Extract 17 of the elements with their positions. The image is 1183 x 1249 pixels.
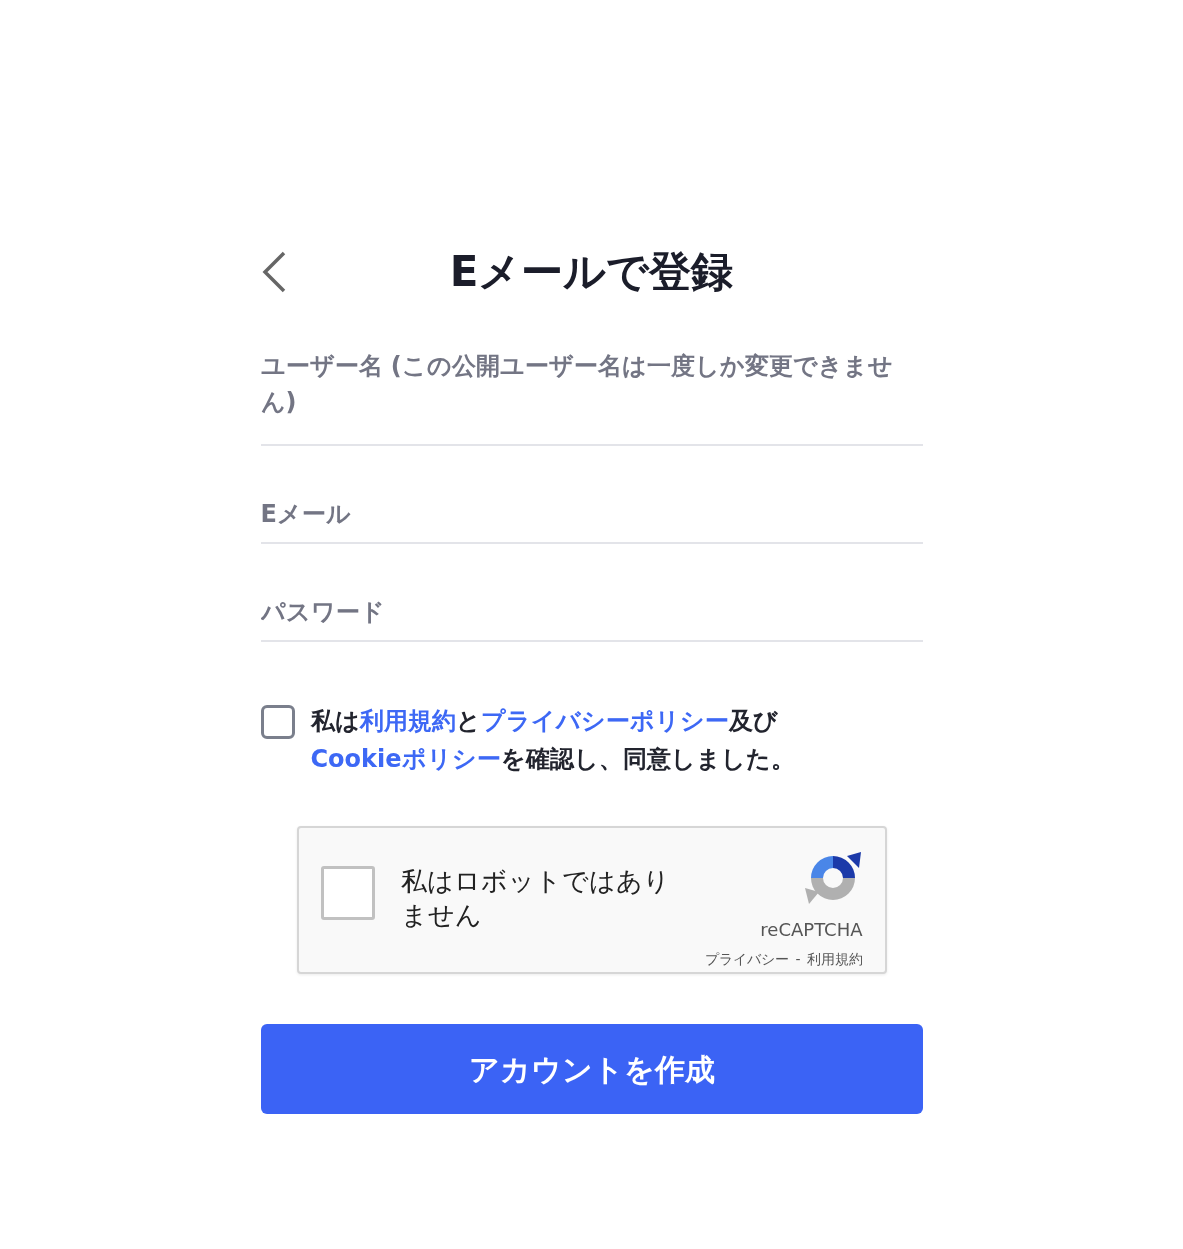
username-field[interactable]: ユーザー名 (この公開ユーザー名は一度しか変更できません) (260, 348, 923, 446)
agree-checkbox[interactable] (260, 705, 295, 739)
page-title: Eメールで登録 (448, 246, 735, 298)
policy-link[interactable]: 利用規約 (359, 707, 456, 735)
captcha-link[interactable]: プライバシー (705, 949, 790, 970)
captcha-checkbox[interactable] (320, 866, 375, 920)
policy-link[interactable]: Cookieポリシー (310, 745, 501, 773)
captcha-brand: reCAPTCHA (760, 918, 863, 942)
email-field[interactable]: Eメール (260, 494, 923, 544)
agreement-text: 私は利用規約と プライバシーポリシー及び Cookieポリシーを確認し、同意しました。 (310, 706, 796, 775)
captcha-link[interactable]: 利用規約 (806, 949, 863, 970)
separator-text: - (795, 950, 801, 969)
back-button[interactable] (260, 251, 287, 293)
captcha-label: 私はロボットではありません (400, 865, 671, 932)
policy-link[interactable]: プライバシーポリシー (480, 707, 729, 735)
create-account-button[interactable]: アカウントを作成 (260, 1024, 923, 1114)
chevron-left-icon (260, 251, 287, 293)
